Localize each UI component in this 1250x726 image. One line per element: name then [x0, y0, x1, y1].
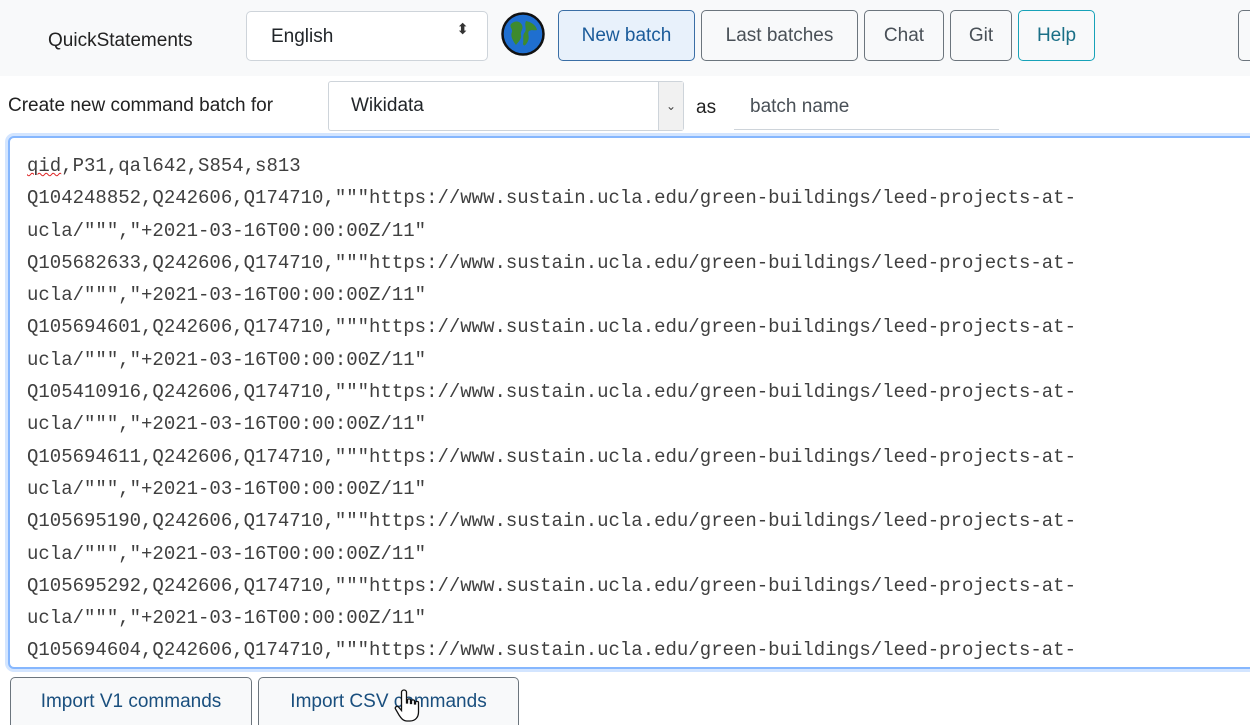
batch-name-input[interactable] [734, 84, 999, 130]
command-line: Q104248852,Q242606,Q174710,"""https://ww… [27, 187, 1076, 242]
command-line: Q105694601,Q242606,Q174710,"""https://ww… [27, 316, 1076, 371]
help-button[interactable]: Help [1018, 10, 1095, 61]
select-arrows-icon: ⬍ [456, 21, 469, 38]
import-v1-button[interactable]: Import V1 commands [10, 677, 252, 725]
as-label: as [696, 97, 717, 118]
commands-text: qid,P31,qal642,S854,s813 Q104248852,Q242… [10, 138, 1250, 667]
navbar: QuickStatements English ⬍ New batch Last… [0, 0, 1250, 76]
site-selected-value: Wikidata [351, 95, 424, 116]
command-line: Q105694604,Q242606,Q174710,"""https://ww… [27, 639, 1076, 662]
commands-textarea[interactable]: qid,P31,qal642,S854,s813 Q104248852,Q242… [8, 136, 1250, 669]
language-select[interactable]: English ⬍ [246, 11, 488, 61]
language-selected-value: English [271, 26, 334, 47]
command-line: Q105682633,Q242606,Q174710,"""https://ww… [27, 251, 1076, 307]
chat-button[interactable]: Chat [864, 10, 944, 61]
create-batch-label: Create new command batch for [8, 95, 274, 116]
chevron-down-icon[interactable]: ⌄ [658, 82, 683, 130]
account-button[interactable] [1238, 10, 1250, 61]
hand-pointer-icon [394, 689, 420, 722]
last-batches-button[interactable]: Last batches [701, 10, 858, 61]
new-batch-button[interactable]: New batch [558, 10, 695, 61]
site-select[interactable]: Wikidata ⌄ [328, 81, 684, 131]
spellcheck-word: qid [27, 155, 62, 177]
command-line: Q105695190,Q242606,Q174710,"""https://ww… [27, 510, 1076, 565]
command-line: Q105695292,Q242606,Q174710,"""https://ww… [27, 574, 1076, 630]
commands-header: ,P31,qal642,S854,s813 [61, 155, 301, 177]
git-button[interactable]: Git [950, 10, 1012, 61]
import-csv-button[interactable]: Import CSV commands [258, 677, 519, 725]
command-line: Q105694611,Q242606,Q174710,"""https://ww… [27, 445, 1076, 500]
command-line: Q105410916,Q242606,Q174710,"""https://ww… [27, 381, 1076, 436]
globe-icon[interactable] [501, 12, 545, 56]
brand-title[interactable]: QuickStatements [48, 30, 193, 52]
